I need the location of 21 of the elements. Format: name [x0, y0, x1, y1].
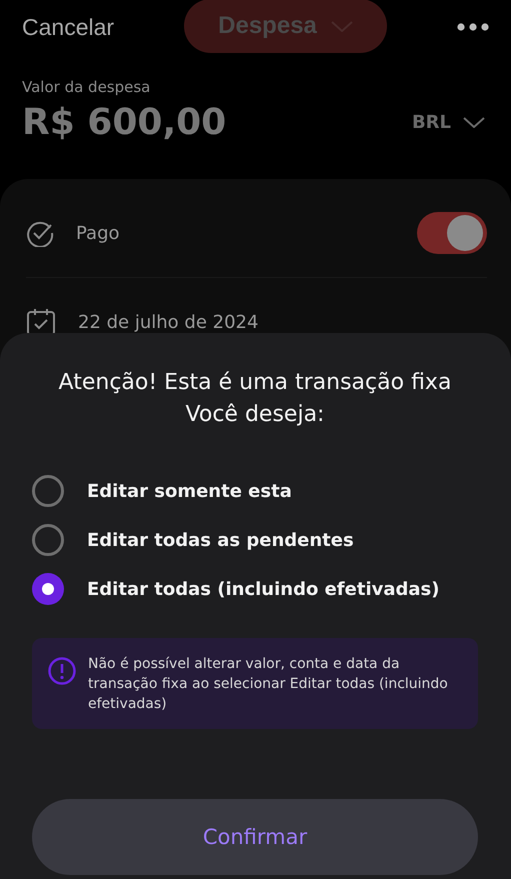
- radio-button[interactable]: [32, 475, 64, 507]
- chevron-down-icon: [463, 117, 485, 128]
- paid-label: Pago: [76, 222, 121, 244]
- sheet-title: Atenção! Esta é uma transação fixa: [58, 369, 452, 397]
- amount-label: Valor da despesa: [22, 78, 152, 96]
- radio-button[interactable]: [32, 524, 64, 556]
- cancel-button[interactable]: Cancelar: [22, 14, 114, 40]
- notice-text: Não é possível alterar valor, conta e data da transação fixa ao selecionar Editar todas (incluindo efetivadas): [88, 655, 449, 714]
- radio-option[interactable]: Editar somente esta: [32, 475, 478, 507]
- amount-value[interactable]: R$ 600,00: [22, 102, 226, 143]
- confirm-button[interactable]: Confirmar: [32, 799, 478, 875]
- alert-icon: [48, 657, 76, 685]
- radio-option[interactable]: Editar todas (incluindo efetivadas): [32, 573, 478, 605]
- more-icon[interactable]: [457, 23, 489, 31]
- date-value[interactable]: 22 de julho de 2024: [78, 312, 487, 332]
- radio-option[interactable]: Editar todas as pendentes: [32, 524, 478, 556]
- sheet-title: Você deseja:: [184, 401, 326, 429]
- currency-selector[interactable]: BRL: [412, 112, 489, 133]
- radio-button[interactable]: [32, 573, 64, 605]
- paid-toggle[interactable]: [417, 212, 487, 254]
- check-circle-icon: [26, 219, 54, 247]
